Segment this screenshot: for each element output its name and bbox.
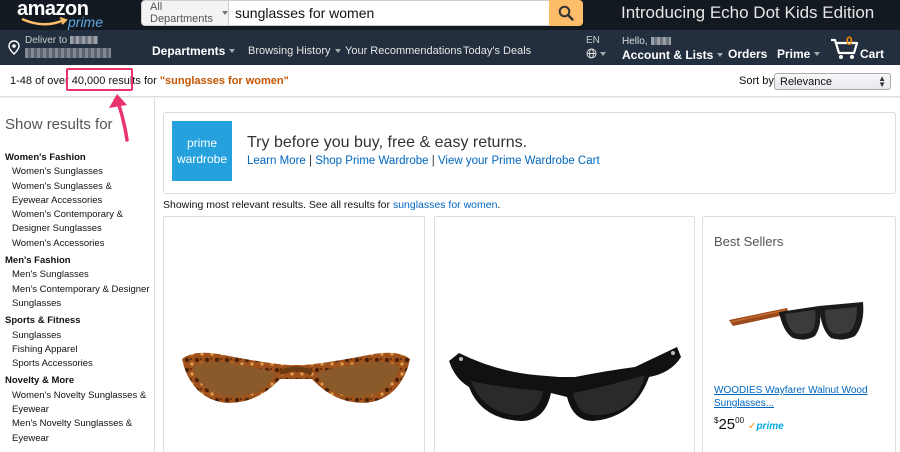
logo-prime-text: prime: [68, 14, 104, 30]
sort-by-select[interactable]: Relevance ▲ ▼: [774, 73, 891, 90]
search-department-select[interactable]: All Departments: [141, 0, 229, 26]
pw-logo-line2: wardrobe: [176, 152, 228, 166]
search-input[interactable]: [229, 0, 549, 26]
link-separator: |: [309, 155, 313, 167]
sidebar-category-heading[interactable]: Men's Fashion: [5, 254, 150, 268]
product-card[interactable]: [434, 216, 695, 452]
best-sellers-heading: Best Sellers: [714, 234, 784, 249]
results-query: "sunglasses for women": [159, 75, 289, 87]
chevron-down-icon: [717, 53, 724, 57]
todays-deals-link[interactable]: Today's Deals: [463, 45, 531, 57]
woodies-wayfarer-sunglasses-image[interactable]: [727, 294, 867, 354]
sidebar-category-heading[interactable]: Novelty & More: [5, 374, 150, 388]
best-seller-price: $25 00 ✓prime: [714, 416, 784, 433]
sidebar-category-item[interactable]: Fishing Apparel: [5, 343, 150, 357]
prime-wardrobe-logo[interactable]: prime wardrobe: [172, 121, 232, 181]
refinements-sidebar: Show results for Women's Fashion Women's …: [0, 98, 155, 452]
pw-logo-line1: prime: [186, 136, 217, 150]
account-lists-menu[interactable]: Hello, Account & Lists: [622, 36, 724, 62]
sidebar-category-item[interactable]: Men's Sunglasses: [5, 268, 150, 282]
sidebar-category-heading[interactable]: Sports & Fitness: [5, 314, 150, 328]
location-pin-icon: [8, 40, 20, 55]
sidebar-category-item[interactable]: Women's Accessories: [5, 237, 150, 251]
chevron-down-icon: [814, 52, 821, 56]
view-wardrobe-cart-link[interactable]: View your Prime Wardrobe Cart: [438, 155, 600, 167]
sidebar-category-heading[interactable]: Women's Fashion: [5, 151, 150, 165]
sidebar-category-item[interactable]: Sunglasses: [5, 329, 150, 343]
deliver-to-location[interactable]: Deliver to: [8, 35, 128, 61]
shop-prime-wardrobe-link[interactable]: Shop Prime Wardrobe: [315, 155, 428, 167]
product-card[interactable]: [163, 216, 425, 452]
cart-icon: [831, 38, 859, 59]
account-lists-label: Account & Lists: [622, 48, 724, 62]
deliver-to-label: Deliver to: [25, 35, 99, 46]
top-nav-bar: amazon prime All Departments Introducing…: [0, 0, 900, 30]
search-department-label: All Departments: [150, 1, 213, 25]
redacted-name: [70, 36, 99, 45]
category-list: Women's Fashion Women's Sunglasses Women's…: [5, 148, 150, 446]
prime-label: Prime: [777, 47, 811, 61]
departments-label: Departments: [152, 44, 226, 58]
echo-dot-promo[interactable]: Introducing Echo Dot Kids Edition: [621, 3, 874, 23]
browsing-history-menu[interactable]: Browsing History: [248, 45, 341, 57]
sidebar-category-item[interactable]: Women's Sunglasses: [5, 165, 150, 179]
sidebar-category-item[interactable]: Women's Sunglasses & Eyewear Accessories: [5, 180, 150, 209]
link-separator: |: [431, 155, 435, 167]
price-whole: 25: [718, 416, 736, 433]
amazon-prime-logo[interactable]: amazon prime: [14, 0, 124, 30]
black-cat-eye-sunglasses-image[interactable]: [435, 217, 696, 452]
redacted-name: [650, 37, 671, 46]
chevron-down-icon: [229, 49, 236, 53]
select-arrows-icon: ▲ ▼: [878, 74, 886, 89]
sidebar-category-item[interactable]: Sports Accessories: [5, 357, 150, 371]
chevron-down-icon: [600, 51, 606, 56]
account-greeting: Hello,: [622, 36, 723, 47]
best-seller-product-link[interactable]: WOODIES Wayfarer Walnut Wood Sunglasses.…: [714, 384, 884, 410]
show-results-for-heading: Show results for: [5, 116, 113, 133]
search-bar: All Departments: [141, 0, 583, 26]
cart-label: Cart: [860, 47, 885, 61]
relevant-end: .: [497, 199, 501, 211]
learn-more-link[interactable]: Learn More: [247, 155, 306, 167]
chevron-down-icon: [334, 49, 341, 53]
your-recommendations-link[interactable]: Your Recommendations: [345, 45, 462, 57]
sort-by-label: Sort by: [739, 75, 774, 87]
best-sellers-card: Best Sellers WOODIES Wayfarer Walnut Woo…: [702, 216, 896, 452]
globe-icon: [586, 48, 597, 59]
sort-value: Relevance: [780, 75, 832, 88]
language-selector[interactable]: [586, 48, 606, 59]
prime-menu[interactable]: Prime: [777, 47, 821, 61]
redacted-address: [25, 48, 111, 58]
departments-menu[interactable]: Departments: [152, 44, 236, 58]
results-summary: 1-48 of over 40,000 results for "sunglas…: [10, 75, 289, 87]
browsing-history-label: Browsing History: [248, 45, 331, 57]
orders-link[interactable]: Orders: [728, 47, 767, 61]
secondary-nav-bar: Deliver to Departments Browsing History …: [0, 30, 900, 65]
prime-wardrobe-title: Try before you buy, free & easy returns.: [247, 134, 528, 151]
prime-wardrobe-links: Learn More | Shop Prime Wardrobe | View …: [247, 155, 600, 167]
search-button[interactable]: [549, 0, 583, 26]
prime-wardrobe-banner: prime wardrobe Try before you buy, free …: [163, 112, 896, 194]
results-for-label: for: [143, 75, 157, 87]
all-results-link[interactable]: sunglasses for women: [393, 199, 497, 211]
logo-smile-icon: [21, 17, 68, 26]
relevant-results-notice: Showing most relevant results. See all r…: [163, 199, 500, 211]
chevron-down-icon: [222, 11, 228, 15]
annotation-highlight-box: [66, 68, 133, 91]
cart-count: 0: [846, 34, 853, 48]
prime-badge: ✓prime: [748, 421, 784, 432]
search-icon: [558, 5, 574, 21]
results-range: 1-48 of over: [10, 75, 69, 87]
sidebar-category-item[interactable]: Women's Novelty Sunglasses & Eyewear: [5, 389, 150, 418]
sidebar-category-item[interactable]: Men's Novelty Sunglasses & Eyewear: [5, 417, 150, 446]
tortoise-cat-eye-sunglasses-image[interactable]: [164, 217, 426, 452]
sidebar-category-item[interactable]: Women's Contemporary & Designer Sunglass…: [5, 208, 150, 237]
cart-button[interactable]: 0 Cart: [830, 34, 892, 63]
relevant-text: Showing most relevant results. See all r…: [163, 199, 391, 211]
language-label[interactable]: EN: [586, 35, 600, 46]
sidebar-category-item[interactable]: Men's Contemporary & Designer Sunglasses: [5, 283, 150, 312]
price-fraction: 00: [735, 416, 745, 425]
